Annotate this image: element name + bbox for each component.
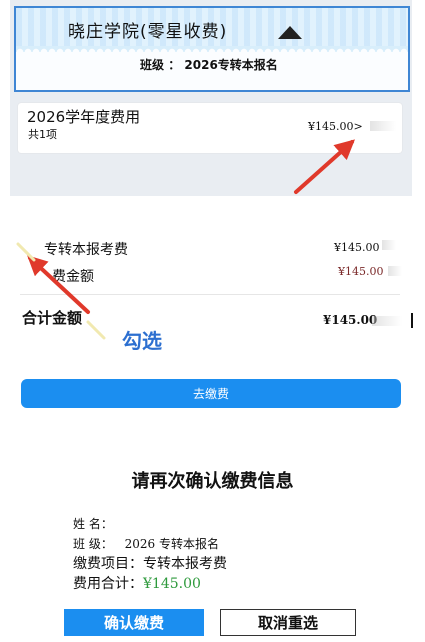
pay-button[interactable]: 去缴费: [21, 379, 401, 408]
confirm-total-label: 费用合计：: [73, 576, 143, 592]
cancel-reselect-button[interactable]: 取消重选: [220, 609, 356, 636]
confirm-item-value: 专转本报考费: [143, 556, 227, 572]
blur-mask: [382, 240, 396, 250]
confirm-name-line: 姓 名：: [73, 515, 113, 532]
confirm-total-value: ¥145.00: [143, 576, 201, 592]
confirm-name-label: 姓 名：: [73, 517, 113, 531]
chevron-right-icon[interactable]: >: [354, 120, 363, 133]
class-label: 班级: [140, 58, 165, 72]
highlight-stroke-icon: [16, 242, 36, 262]
item-label-fee-amount: 费金额: [52, 269, 94, 285]
confirm-pay-button[interactable]: 确认缴费: [64, 609, 204, 636]
blur-mask: [388, 266, 402, 276]
highlight-stroke-icon: [86, 320, 106, 340]
fee-year-amount-value: ¥145.00: [308, 120, 354, 133]
confirm-class-line: 班 级： 2026 专转本报名: [73, 535, 219, 552]
fee-item-count: 共1项: [28, 128, 57, 141]
school-name: 晓庄学院(零星收费): [68, 22, 228, 42]
confirm-title: 请再次确认缴费信息: [131, 471, 294, 492]
fee-year-amount: ¥145.00>: [308, 120, 363, 133]
total-label: 合计金额: [22, 309, 83, 327]
fee-year-title: 2026学年度费用: [27, 108, 141, 126]
item-amount-exam-fee: ¥145.00: [334, 241, 380, 254]
item-amount-fee-amount: ¥145.00: [338, 265, 384, 278]
confirm-item-line: 缴费项目：专转本报考费: [73, 553, 227, 573]
class-separator: ：: [168, 58, 181, 72]
collapse-triangle-icon[interactable]: [278, 26, 302, 39]
confirm-class-value: 2026 专转本报名: [124, 537, 220, 551]
confirm-class-label: 班 级：: [73, 537, 113, 551]
blur-mask: [370, 121, 396, 131]
item-label-exam-fee[interactable]: 专转本报考费: [44, 239, 128, 259]
row-divider: [20, 294, 400, 295]
total-amount: ¥145.00: [323, 313, 378, 327]
annotation-check: 勾选: [122, 329, 162, 353]
class-line: 班级 ： 2026专转本报名: [140, 56, 278, 73]
text-cursor: [411, 313, 413, 328]
class-value: 2026专转本报名: [184, 58, 278, 72]
confirm-total-line: 费用合计：¥145.00: [73, 573, 201, 593]
confirm-item-label: 缴费项目：: [73, 556, 143, 572]
blur-mask: [372, 316, 402, 326]
fee-year-card[interactable]: 2026学年度费用 共1项 ¥145.00>: [18, 103, 402, 153]
